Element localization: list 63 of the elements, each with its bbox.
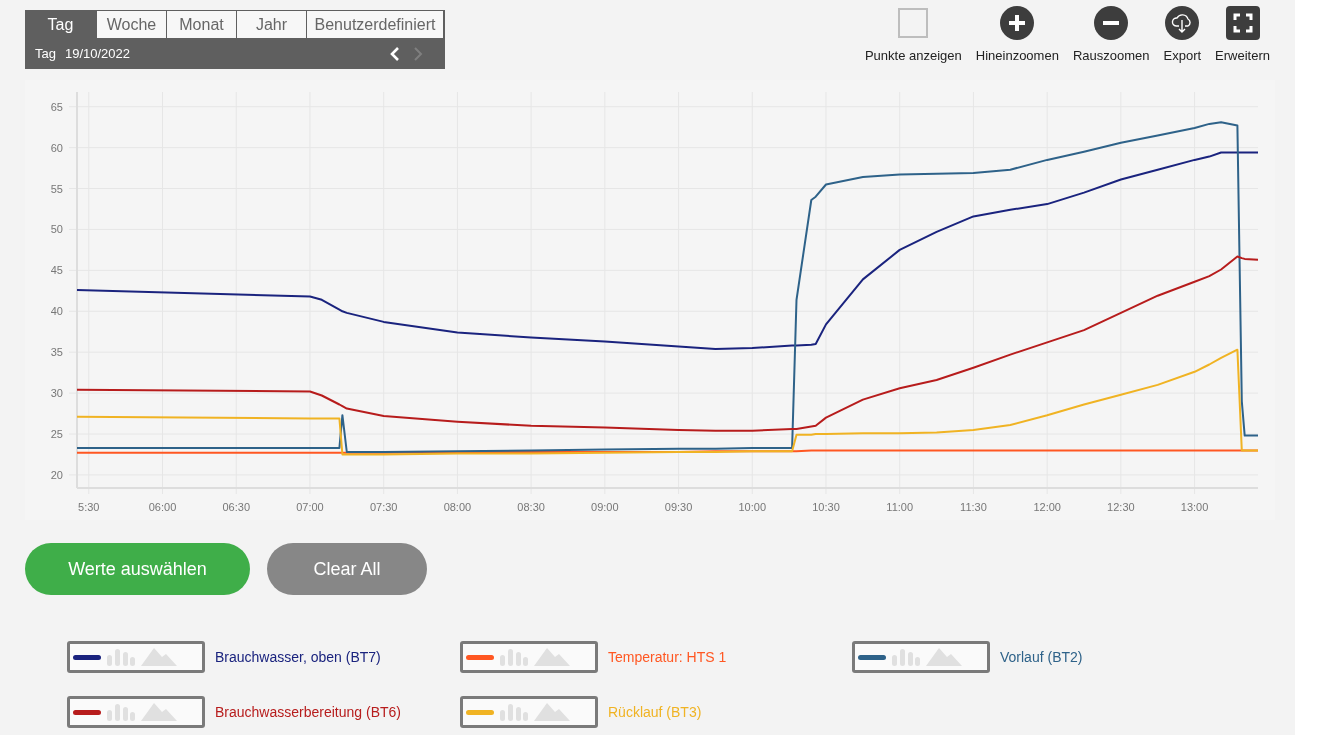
toolbar-button[interactable]: Export [1163, 6, 1202, 63]
x-axis-label: 5:30 [78, 501, 100, 513]
bar-chart-icon [500, 703, 528, 721]
y-axis-label: 30 [50, 387, 63, 400]
y-axis-label: 35 [50, 346, 63, 359]
y-axis-label: 20 [50, 468, 63, 481]
series-toggle[interactable] [460, 696, 598, 728]
series-toggle[interactable] [460, 641, 598, 673]
x-axis-label: 09:30 [664, 501, 693, 513]
period-tab[interactable]: Benutzerdefiniert [307, 10, 444, 38]
y-axis-label: 55 [50, 182, 63, 195]
toolbar-button[interactable]: Rauszoomen [1072, 6, 1150, 63]
mountain-icon [141, 703, 177, 721]
x-axis-label: 08:30 [517, 501, 545, 513]
x-axis-label: 07:30 [369, 501, 398, 513]
zoom-out-icon [1094, 6, 1129, 40]
x-axis-label: 12:30 [1107, 501, 1135, 513]
period-tab[interactable]: Jahr [237, 10, 307, 38]
checkbox[interactable]: Punkte anzeigen [864, 6, 962, 63]
legend-label: Temperatur: HTS 1 [608, 649, 727, 665]
mountain-icon [534, 703, 570, 721]
period-tab[interactable]: Monat [167, 10, 237, 38]
toolbar-button[interactable]: Hineinzoomen [975, 6, 1059, 63]
period-label: Tag [35, 46, 56, 61]
x-axis-label: 10:30 [812, 501, 840, 513]
y-axis-label: 50 [50, 223, 63, 236]
bar-chart-icon [107, 648, 135, 666]
x-axis-label: 10:00 [738, 501, 767, 513]
action-button[interactable]: Clear All [267, 543, 427, 595]
bar-chart-icon [892, 648, 920, 666]
x-axis-label: 06:30 [222, 501, 250, 513]
x-axis-label: 13:00 [1180, 501, 1209, 513]
y-axis-label: 45 [50, 264, 63, 277]
x-axis-label: 12:00 [1033, 501, 1061, 513]
series-toggle[interactable] [852, 641, 990, 673]
bar-chart-icon [500, 648, 528, 666]
legend-label: Rücklauf (BT3) [608, 704, 702, 720]
x-axis-label: 11:30 [960, 501, 987, 513]
period-tab[interactable]: Woche [97, 10, 167, 38]
y-axis-label: 65 [50, 100, 63, 113]
mountain-icon [534, 648, 570, 666]
series-toggle[interactable] [67, 696, 205, 728]
y-axis-label: 60 [50, 141, 63, 154]
x-axis-label: 09:00 [591, 501, 619, 513]
series-toggle[interactable] [67, 641, 205, 673]
toolbar-button[interactable]: Erweitern [1215, 6, 1270, 63]
x-axis-label: 07:00 [296, 501, 324, 513]
y-axis-label: 25 [50, 428, 63, 440]
bar-chart-icon [107, 703, 135, 721]
x-axis-label: 06:00 [148, 501, 177, 513]
mountain-icon [141, 648, 177, 666]
cloud-download-icon [1165, 6, 1200, 40]
date-text: 19/10/2022 [64, 46, 132, 61]
zoom-in-icon [1000, 6, 1035, 40]
legend-label: Vorlauf (BT2) [1000, 649, 1083, 665]
mountain-icon [926, 648, 962, 666]
expand-icon [1225, 6, 1260, 40]
legend-label: Brauchwasser, oben (BT7) [215, 649, 381, 665]
x-axis-label: 11:00 [886, 501, 914, 513]
legend-label: Brauchwasserbereitung (BT6) [215, 704, 401, 720]
y-axis-label: 40 [50, 305, 63, 318]
previous-button[interactable] [388, 44, 402, 63]
x-axis-label: 08:00 [443, 501, 472, 513]
